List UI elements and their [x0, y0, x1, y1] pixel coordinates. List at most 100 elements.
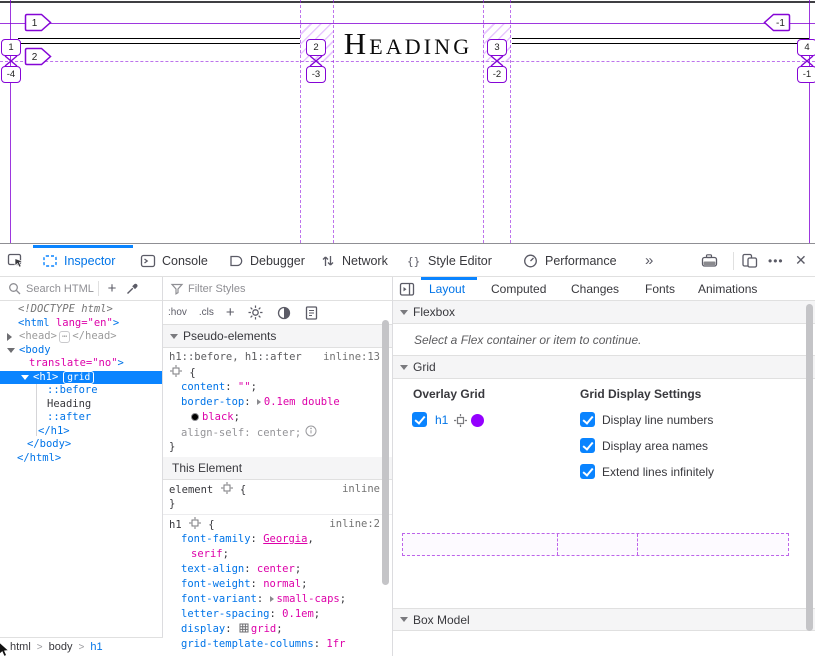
grid-line-number-badge: 2 — [24, 47, 52, 66]
css-declaration-line[interactable]: h1 {inline:2 — [163, 517, 392, 532]
tab-network[interactable]: Network — [320, 244, 388, 277]
display-area-names-checkbox[interactable] — [580, 438, 595, 453]
css-declaration-line[interactable]: } — [163, 440, 392, 455]
flexbox-section-header[interactable]: Flexbox — [393, 301, 815, 324]
css-declaration-line[interactable]: font-weight: normal; — [163, 577, 392, 592]
grid-toggle-icon[interactable] — [239, 623, 249, 633]
info-icon[interactable] — [305, 425, 317, 437]
color-swatch[interactable] — [191, 413, 199, 421]
markup-node[interactable]: translate="no"> — [0, 357, 162, 371]
responsive-design-mode-button[interactable] — [741, 244, 759, 277]
css-declaration-line[interactable]: border-top: 0.1em double — [163, 395, 392, 410]
tab-animations[interactable]: Animations — [698, 277, 757, 300]
css-declaration-line[interactable]: letter-spacing: 0.1em; — [163, 607, 392, 622]
grid-color-swatch[interactable] — [471, 414, 484, 427]
breadcrumb-item-active[interactable]: h1 — [90, 641, 102, 653]
highlight-node-icon[interactable] — [454, 414, 467, 427]
pseudo-elements-header[interactable]: Pseudo-elements — [163, 325, 392, 348]
display-line-numbers-label[interactable]: Display line numbers — [602, 413, 713, 427]
more-tabs-button[interactable]: » — [645, 244, 653, 277]
markup-node[interactable]: <!DOCTYPE html> — [0, 303, 162, 317]
markup-node[interactable]: <body — [0, 344, 162, 358]
css-declaration-line[interactable]: content: ""; — [163, 380, 392, 395]
css-declaration-line[interactable]: h1::before, h1::afterinline:13 — [163, 350, 392, 365]
breadcrumb-item[interactable]: html — [10, 641, 31, 653]
css-declaration-line[interactable]: serif; — [163, 547, 392, 562]
add-node-button[interactable]: + — [99, 280, 125, 297]
css-declaration-line[interactable]: display: grid; — [163, 622, 392, 637]
add-rule-button[interactable]: + — [226, 304, 235, 321]
tab-layout[interactable]: Layout — [429, 277, 465, 300]
css-declaration-line[interactable]: font-variant: small-caps; — [163, 592, 392, 607]
overlay-grid-item-label[interactable]: h1 — [435, 413, 448, 427]
tab-console[interactable]: Console — [140, 244, 208, 277]
sidebar-toggle-icon[interactable] — [399, 282, 415, 297]
expander-icon[interactable] — [270, 596, 274, 602]
select-element-icon[interactable] — [170, 365, 182, 377]
markup-node[interactable]: Heading — [0, 398, 162, 412]
filter-styles-input[interactable] — [188, 283, 298, 295]
extend-lines-infinitely-checkbox[interactable] — [580, 464, 595, 479]
tab-debugger[interactable]: Debugger — [228, 244, 305, 277]
markup-node[interactable]: <html lang="en"> — [0, 317, 162, 331]
markup-node[interactable]: ::after — [0, 411, 162, 425]
markup-node-selected[interactable]: <h1>grid — [0, 371, 162, 385]
collapse-arrow-icon[interactable] — [21, 375, 29, 380]
markup-node[interactable]: </html> — [0, 452, 162, 466]
css-declaration-line[interactable]: element {inline — [163, 482, 392, 497]
select-element-icon[interactable] — [221, 482, 233, 494]
dark-theme-icon[interactable] — [276, 305, 292, 321]
css-declaration-line[interactable]: font-family: Georgia, — [163, 532, 392, 547]
scrollbar[interactable] — [382, 320, 389, 585]
display-area-names-label[interactable]: Display area names — [602, 439, 708, 453]
overlay-grid-checkbox[interactable] — [412, 412, 427, 427]
grid-outline-preview[interactable] — [402, 533, 789, 556]
markup-node[interactable]: ::before — [0, 384, 162, 398]
css-declaration-line[interactable]: grid-template-columns: 1fr — [163, 637, 392, 652]
css-declaration-line[interactable]: black; — [163, 410, 392, 425]
css-declaration-line[interactable]: { — [163, 365, 392, 380]
close-devtools-button[interactable]: ✕ — [795, 244, 807, 277]
grid-section-header[interactable]: Grid — [393, 356, 815, 379]
extend-lines-infinitely-label[interactable]: Extend lines infinitely — [602, 465, 714, 479]
toggle-class-button[interactable]: .cls — [199, 307, 214, 318]
css-declaration-line[interactable]: text-align: center; — [163, 562, 392, 577]
toggle-hover-button[interactable]: :hov — [168, 307, 187, 318]
search-html-input[interactable] — [26, 283, 98, 295]
print-media-icon[interactable] — [304, 305, 319, 321]
eyedropper-icon[interactable] — [125, 281, 140, 296]
grid-badge[interactable]: grid — [63, 371, 94, 384]
markup-node[interactable]: </body> — [0, 438, 162, 452]
expand-arrow-icon[interactable] — [7, 333, 12, 341]
svg-text:2: 2 — [32, 52, 38, 63]
tab-inspector[interactable]: Inspector — [42, 244, 115, 277]
css-token: { — [183, 367, 196, 379]
markup-node[interactable]: </h1> — [0, 425, 162, 439]
tab-computed[interactable]: Computed — [491, 277, 546, 300]
markup-token: ::after — [47, 411, 91, 423]
light-theme-icon[interactable] — [247, 304, 264, 321]
devtools-menu-button[interactable]: ••• — [768, 244, 784, 277]
css-declaration-line[interactable]: align-self: center; — [163, 425, 392, 440]
stylesheet-source-link[interactable]: inline:13 — [323, 350, 380, 365]
display-line-numbers-checkbox[interactable] — [580, 412, 595, 427]
scrollbar[interactable] — [806, 304, 813, 631]
expander-icon[interactable] — [257, 399, 261, 405]
css-declaration-line[interactable]: } — [163, 497, 392, 512]
css-token: "" — [238, 381, 251, 393]
stylesheet-source-link[interactable]: inline — [342, 482, 380, 497]
tab-performance[interactable]: Performance — [522, 244, 617, 277]
collapse-arrow-icon[interactable] — [7, 348, 15, 353]
tab-fonts[interactable]: Fonts — [645, 277, 675, 300]
tab-changes[interactable]: Changes — [571, 277, 619, 300]
css-token: : — [225, 381, 238, 393]
select-element-icon[interactable] — [189, 517, 201, 529]
pick-element-button[interactable] — [7, 244, 26, 277]
tab-style-editor[interactable]: {} Style Editor — [406, 244, 492, 277]
markup-node[interactable]: <head>⋯</head> — [0, 330, 162, 344]
stylesheet-source-link[interactable]: inline:2 — [329, 517, 380, 532]
screenshot-button[interactable] — [700, 244, 720, 277]
css-token: h1 — [169, 519, 188, 531]
box-model-section-header[interactable]: Box Model — [393, 608, 815, 631]
breadcrumb-item[interactable]: body — [49, 641, 73, 653]
